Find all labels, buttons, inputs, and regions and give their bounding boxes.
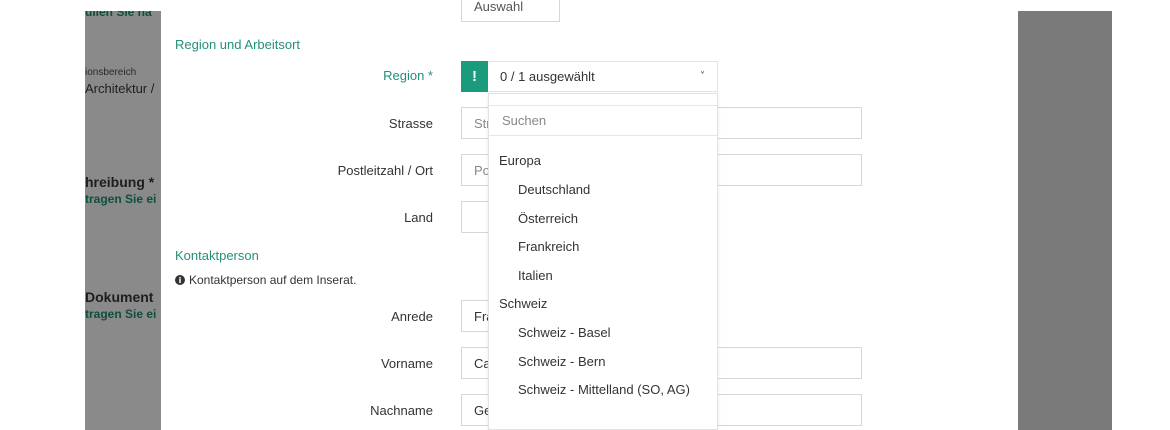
top-select-value: Auswahl — [474, 0, 524, 14]
dropdown-group-schweiz: Schweiz — [499, 296, 548, 311]
vorname-label: Vorname — [380, 356, 433, 371]
section-title-region: Region und Arbeitsort — [175, 37, 301, 52]
section-title-contact: Kontaktperson — [175, 248, 259, 263]
dropdown-option[interactable]: Schweiz - Mittelland (SO, AG) — [518, 382, 690, 397]
contact-note-text: Kontaktperson auf dem Inserat. — [189, 273, 357, 287]
chevron-down-icon: ˅ — [700, 71, 705, 82]
bg-snippet: ullen Sie ha — [85, 11, 152, 19]
bg-snippet: hreibung * — [85, 174, 155, 190]
nachname-label: Nachname — [370, 403, 433, 418]
warning-icon: ! — [461, 61, 488, 92]
dropdown-search-placeholder: Suchen — [502, 113, 547, 128]
bg-snippet: Dokument — [85, 289, 154, 305]
land-label: Land — [404, 210, 433, 225]
region-select-value: 0 / 1 ausgewählt — [500, 69, 595, 84]
dropdown-option[interactable]: Italien — [518, 268, 553, 283]
bg-snippet: tragen Sie ei — [85, 307, 157, 321]
region-select[interactable]: 0 / 1 ausgewählt ˅ — [488, 61, 718, 92]
dropdown-option[interactable]: Schweiz - Basel — [518, 325, 610, 340]
dropdown-option[interactable]: Schweiz - Bern — [518, 354, 605, 369]
strasse-label: Strasse — [388, 116, 433, 131]
bg-snippet: ionsbereich — [85, 67, 137, 78]
dropdown-group-europa: Europa — [499, 153, 541, 168]
anrede-label: Anrede — [391, 309, 433, 324]
bg-snippet: tragen Sie ei — [85, 192, 157, 206]
background-right-column — [1018, 11, 1112, 430]
contact-note: i Kontaktperson auf dem Inserat. — [175, 273, 356, 287]
bg-snippet: Architektur / — [85, 81, 155, 96]
dropdown-search-input[interactable]: Suchen — [489, 105, 717, 136]
plz-label: Postleitzahl / Ort — [337, 163, 433, 178]
background-left-column: ullen Sie ha ionsbereich Architektur / h… — [85, 11, 161, 430]
region-dropdown: Suchen Europa Deutschland Österreich Fra… — [488, 93, 718, 430]
region-label: Region * — [383, 68, 433, 83]
info-icon: i — [175, 275, 185, 285]
dropdown-option[interactable]: Frankreich — [518, 239, 579, 254]
dropdown-option[interactable]: Deutschland — [518, 182, 590, 197]
top-select[interactable]: Auswahl — [461, 0, 560, 22]
dropdown-option[interactable]: Österreich — [518, 211, 578, 226]
